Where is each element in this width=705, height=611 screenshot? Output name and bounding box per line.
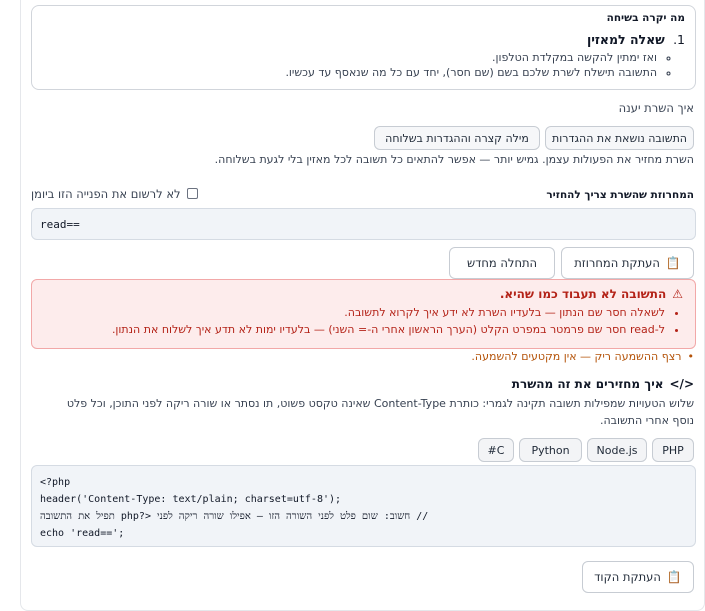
code-line: echo 'read==';: [40, 528, 125, 539]
clipboard-icon: 📋: [666, 570, 682, 584]
question-bullets: ואז ימתין להקשה במקלדת הטלפון. התשובה תי…: [42, 51, 685, 79]
restart-button[interactable]: התחלה מחדש: [449, 247, 555, 279]
no-log-label: לא לרשום את הפנייה הזו ביומן: [31, 187, 181, 201]
copy-string-label: העתקת המחרוזת: [574, 256, 660, 270]
copy-string-button[interactable]: 📋 העתקת המחרוזת: [561, 247, 694, 279]
warning-icon: ⚠: [672, 287, 683, 301]
copy-code-button[interactable]: 📋 העתקת הקוד: [582, 561, 694, 593]
error-alert: ⚠ התשובה לא תעבוד כמו שהיא. לשאלה חסר שם …: [31, 279, 696, 349]
option-short-button[interactable]: מילה קצרה וההגדרות בשלוחה: [374, 126, 540, 150]
code-block[interactable]: <?php header('Content-Type: text/plain; c…: [31, 465, 696, 547]
response-description: השרת מחזיר את הפעולות עצמן. גמיש יותר — …: [214, 153, 694, 166]
no-log-checkbox[interactable]: [186, 188, 198, 199]
code-line: // חשוב: שום פלט לפני השורה הזו — אפילו …: [40, 511, 429, 522]
code-line: <?php: [40, 477, 71, 488]
tab-nodejs[interactable]: Node.js: [587, 438, 647, 462]
no-log-checkbox-row[interactable]: לא לרשום את הפנייה הזו ביומן: [31, 187, 198, 201]
string-label: המחרוזת שהשרת צריך להחזיר: [546, 189, 694, 201]
playback-warning: רצף ההשמעה ריק — אין מקטעים להשמעה.: [471, 350, 694, 363]
list-item: לשאלה חסר שם הנתון — בלעדיו השרת לא ידע …: [44, 306, 665, 319]
question-number: 1.: [673, 32, 685, 47]
code-line: header('Content-Type: text/plain; charse…: [40, 494, 342, 505]
code-section-description: שלוש הטעויות שמפילות תשובה תקינה לגמרי: …: [66, 397, 694, 427]
alert-title: התשובה לא תעבוד כמו שהיא.: [499, 287, 667, 301]
copy-code-label: העתקת הקוד: [594, 570, 661, 584]
alert-list: לשאלה חסר שם הנתון — בלעדיו השרת לא ידע …: [44, 306, 683, 336]
page: מה יקרה בשיחה 1. שאלה למאזין ואז ימתין ל…: [20, 0, 705, 611]
summary-title: מה יקרה בשיחה: [606, 12, 685, 24]
list-item: ל-read חסר שם פרמטר במפרט הקלט (הערך הרא…: [44, 323, 665, 336]
summary-card: מה יקרה בשיחה 1. שאלה למאזין ואז ימתין ל…: [31, 5, 696, 90]
code-section-title-text: איך מחזירים את זה מהשרת: [511, 377, 664, 391]
tab-csharp[interactable]: C#: [478, 438, 514, 462]
response-label: איך השרת יענה: [618, 101, 694, 115]
option-settings-button[interactable]: התשובה נושאת את ההגדרות: [545, 126, 694, 150]
tab-python[interactable]: Python: [519, 438, 582, 462]
list-item: התשובה תישלח לשרת שלכם בשם (שם חסר), יחד…: [42, 66, 657, 79]
question-title: שאלה למאזין: [586, 32, 665, 47]
response-string-field[interactable]: read==: [31, 208, 696, 240]
code-icon: </>: [669, 377, 695, 391]
question-heading: 1. שאלה למאזין: [42, 32, 685, 47]
clipboard-icon: 📋: [665, 256, 681, 270]
alert-heading: ⚠ התשובה לא תעבוד כמו שהיא.: [44, 287, 683, 301]
list-item: ואז ימתין להקשה במקלדת הטלפון.: [42, 51, 657, 64]
code-section-title: </> איך מחזירים את זה מהשרת: [512, 377, 694, 391]
tab-php[interactable]: PHP: [652, 438, 694, 462]
